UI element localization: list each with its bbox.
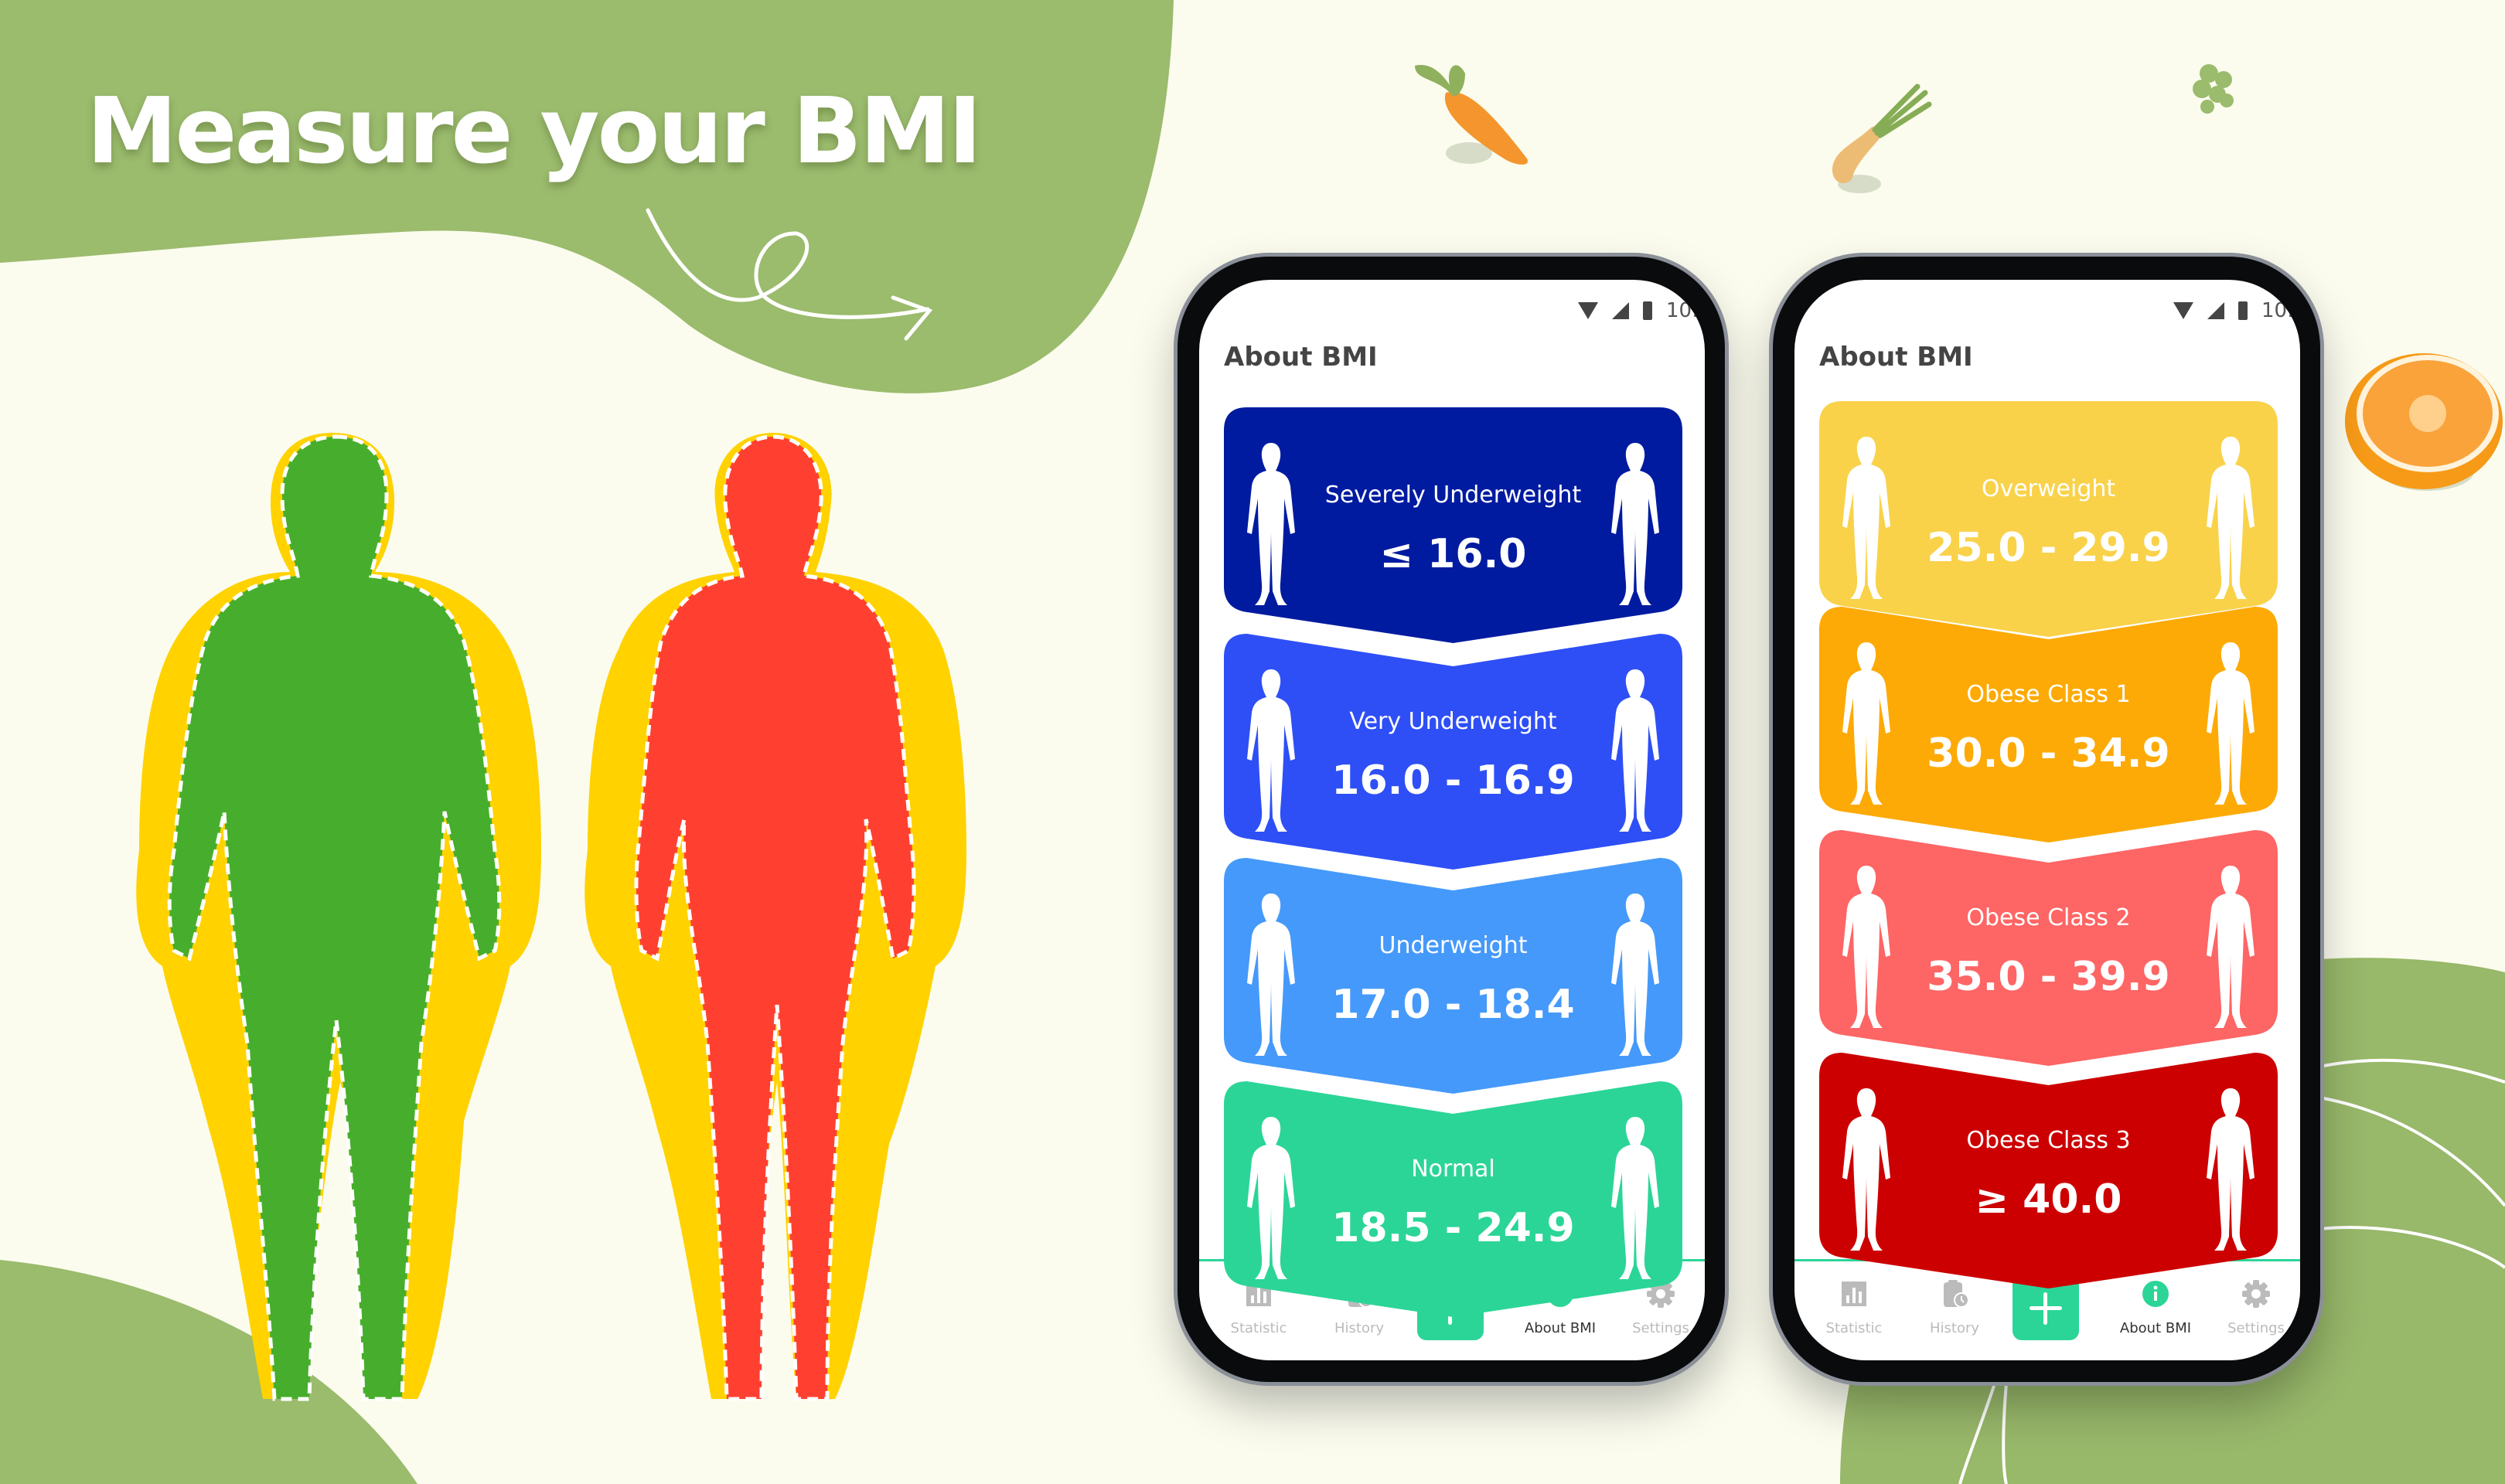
orange-icon	[2345, 353, 2503, 491]
bmi-range: ≥ 40.0	[1975, 1176, 2122, 1223]
bmi-range: ≤ 16.0	[1379, 531, 1527, 577]
status-bar: 10:10	[1578, 295, 1705, 326]
left-body-silhouette-icon	[1842, 642, 1890, 805]
right-body-silhouette-icon	[2207, 1088, 2254, 1251]
body-illustration-male	[136, 433, 541, 1401]
bmi-range: 17.0 - 18.4	[1331, 982, 1575, 1028]
bmi-category-card[interactable]: Overweight 25.0 - 29.9	[1819, 401, 2278, 637]
bmi-category-card[interactable]: Obese Class 2 35.0 - 39.9	[1819, 830, 2278, 1066]
category-label: Obese Class 1	[1966, 681, 2131, 708]
left-body-silhouette-icon	[1842, 866, 1890, 1028]
signal-icon	[1612, 302, 1629, 319]
right-body-silhouette-icon	[1611, 443, 1659, 605]
category-label: Overweight	[1981, 475, 2116, 502]
right-body-silhouette-icon	[2207, 642, 2254, 805]
bmi-range: 25.0 - 29.9	[1927, 525, 2170, 571]
nav-label: About BMI	[1524, 1320, 1597, 1336]
category-label: Normal	[1411, 1156, 1495, 1183]
carrot-icon	[1415, 65, 1528, 165]
phone-mockup-underweight: 10:10 About BMI Severely Underweight ≤ 16…	[1178, 257, 1725, 1382]
category-label: Underweight	[1379, 932, 1528, 959]
nav-label: Statistic	[1230, 1320, 1287, 1336]
bmi-range: 18.5 - 24.9	[1331, 1205, 1575, 1251]
bmi-range: 16.0 - 16.9	[1331, 757, 1575, 804]
status-bar: 10:10	[2173, 295, 2300, 326]
left-body-silhouette-icon	[1247, 669, 1295, 832]
herb-icon	[2193, 64, 2234, 114]
left-body-silhouette-icon	[1247, 1117, 1295, 1279]
right-body-silhouette-icon	[1611, 669, 1659, 832]
nav-label: About BMI	[2119, 1320, 2192, 1336]
battery-icon	[1643, 301, 1652, 320]
page-title: About BMI	[1819, 342, 1973, 373]
category-label: Obese Class 3	[1966, 1127, 2131, 1154]
left-body-silhouette-icon	[1247, 443, 1295, 605]
right-body-silhouette-icon	[2207, 437, 2254, 599]
right-body-silhouette-icon	[1611, 893, 1659, 1056]
bmi-range: 30.0 - 34.9	[1927, 730, 2170, 777]
bmi-category-card[interactable]: Obese Class 1 30.0 - 34.9	[1819, 607, 2278, 842]
phone-screen: 10:10 About BMI Overweight 25.0 - 29.9 Obe…	[1794, 280, 2300, 1360]
nav-label: History	[1334, 1320, 1385, 1336]
nav-label: Settings	[1632, 1320, 1689, 1336]
nav-label: History	[1929, 1320, 1980, 1336]
bmi-category-card[interactable]: Underweight 17.0 - 18.4	[1224, 858, 1682, 1094]
left-body-silhouette-icon	[1842, 437, 1890, 599]
wifi-icon	[2173, 302, 2193, 319]
bmi-category-card[interactable]: Very Underweight 16.0 - 16.9	[1224, 634, 1682, 870]
category-label: Severely Underweight	[1324, 482, 1582, 509]
left-body-silhouette-icon	[1842, 1088, 1890, 1251]
category-label: Very Underweight	[1349, 708, 1557, 735]
leek-icon	[1832, 83, 1932, 193]
phone-screen: 10:10 About BMI Severely Underweight ≤ 16…	[1199, 280, 1705, 1360]
bottom-left-green-blob	[0, 1260, 418, 1484]
wifi-icon	[1578, 302, 1598, 319]
category-label: Obese Class 2	[1966, 904, 2131, 931]
bmi-category-card[interactable]: Normal 18.5 - 24.9	[1224, 1081, 1682, 1317]
status-time: 10:10	[1666, 299, 1705, 322]
headline: Measure your BMI	[87, 77, 982, 184]
signal-icon	[2207, 302, 2224, 319]
page-title: About BMI	[1224, 342, 1378, 373]
right-body-silhouette-icon	[2207, 866, 2254, 1028]
left-body-silhouette-icon	[1247, 893, 1295, 1056]
body-illustration-female	[584, 433, 966, 1401]
nav-label: Statistic	[1825, 1320, 1883, 1336]
battery-icon	[2238, 301, 2248, 320]
bmi-range: 35.0 - 39.9	[1927, 954, 2170, 1000]
nav-label: Settings	[2227, 1320, 2285, 1336]
top-green-blob	[0, 0, 1174, 393]
phone-mockup-overweight: 10:10 About BMI Overweight 25.0 - 29.9 Obe…	[1773, 257, 2320, 1382]
status-time: 10:10	[2261, 299, 2300, 322]
bmi-category-card[interactable]: Obese Class 3 ≥ 40.0	[1819, 1053, 2278, 1288]
right-body-silhouette-icon	[1611, 1117, 1659, 1279]
bmi-category-card[interactable]: Severely Underweight ≤ 16.0	[1224, 407, 1682, 643]
